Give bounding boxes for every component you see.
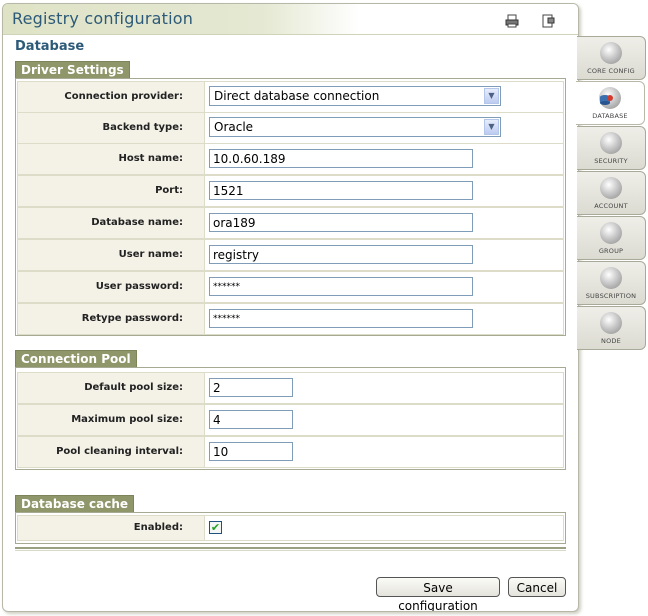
account-icon: [600, 177, 622, 199]
title-bar: Registry configuration: [3, 4, 578, 35]
pool-cleaning-interval-row: Pool cleaning interval: 10: [17, 436, 564, 468]
retype-password-row: Retype password: ******: [17, 303, 564, 335]
maximum-pool-size-row: Maximum pool size: 4: [17, 404, 564, 436]
database-cache-fieldset: Enabled: ✔: [15, 512, 566, 544]
host-name-input[interactable]: 10.0.60.189: [209, 149, 473, 168]
connection-provider-value: Direct database connection: [214, 89, 380, 103]
printer-icon[interactable]: [505, 13, 519, 28]
cache-enabled-checkbox[interactable]: ✔: [209, 521, 222, 534]
tab-subscription[interactable]: SUBSCRIPTION: [577, 261, 646, 305]
pool-cleaning-interval-label: Pool cleaning interval:: [56, 446, 183, 457]
window-title: Registry configuration: [12, 9, 194, 28]
connection-provider-label: Connection provider:: [64, 91, 183, 102]
tab-group-label: GROUP: [598, 247, 624, 255]
node-icon: [600, 312, 622, 334]
lock-icon: [600, 132, 622, 154]
host-name-label: Host name:: [118, 153, 183, 164]
default-pool-size-label: Default pool size:: [84, 382, 183, 393]
backend-type-label: Backend type:: [102, 122, 183, 133]
connection-provider-select[interactable]: Direct database connection ▼: [209, 86, 501, 106]
default-pool-size-input[interactable]: 2: [209, 378, 293, 397]
database-name-input[interactable]: ora189: [209, 213, 473, 232]
page-title: Database: [15, 39, 85, 54]
pool-cleaning-interval-input[interactable]: 10: [209, 442, 293, 461]
footer-divider: [15, 547, 566, 549]
default-pool-size-row: Default pool size: 2: [17, 372, 564, 404]
retype-password-input[interactable]: ******: [209, 309, 473, 328]
tab-node[interactable]: NODE: [577, 306, 646, 350]
subscription-icon: [600, 267, 622, 289]
database-name-row: Database name: ora189: [17, 207, 564, 239]
cache-enabled-row: Enabled: ✔: [17, 515, 564, 541]
user-name-row: User name: registry: [17, 239, 564, 271]
checkmark-icon: ✔: [210, 521, 221, 534]
database-icon: [599, 87, 621, 109]
tab-account-label: ACCOUNT: [594, 202, 628, 210]
connection-provider-row: Connection provider: Direct database con…: [17, 81, 564, 113]
host-name-row: Host name: 10.0.60.189: [17, 143, 564, 175]
save-configuration-button[interactable]: Save configuration: [376, 577, 500, 611]
cache-enabled-label: Enabled:: [133, 522, 183, 533]
chevron-down-icon[interactable]: ▼: [484, 88, 499, 104]
user-password-label: User password:: [95, 281, 183, 292]
tab-group[interactable]: GROUP: [577, 216, 646, 260]
cancel-button[interactable]: Cancel: [508, 577, 566, 597]
connection-pool-fieldset: Default pool size: 2 Maximum pool size: …: [15, 367, 566, 470]
user-name-label: User name:: [118, 249, 183, 260]
chevron-down-icon[interactable]: ▼: [484, 119, 499, 135]
tab-core-config[interactable]: CORE CONFIG: [577, 36, 646, 80]
tab-core-config-label: CORE CONFIG: [587, 67, 635, 75]
backend-type-value: Oracle: [214, 120, 254, 134]
user-password-row: User password: ******: [17, 271, 564, 303]
tab-account[interactable]: ACCOUNT: [577, 171, 646, 215]
document-export-icon[interactable]: [541, 13, 555, 28]
maximum-pool-size-label: Maximum pool size:: [71, 414, 183, 425]
config-panel: Registry configuration Database Driver S…: [2, 3, 579, 612]
backend-type-select[interactable]: Oracle ▼: [209, 117, 501, 137]
port-input[interactable]: 1521: [209, 181, 473, 200]
user-password-input[interactable]: ******: [209, 277, 473, 296]
group-icon: [600, 222, 622, 244]
tab-subscription-label: SUBSCRIPTION: [585, 292, 637, 300]
footer-divider-shadow: [15, 550, 566, 551]
tab-database-label: DATABASE: [592, 112, 628, 120]
port-row: Port: 1521: [17, 175, 564, 207]
database-name-label: Database name:: [91, 217, 183, 228]
port-label: Port:: [155, 185, 183, 196]
tab-security[interactable]: SECURITY: [577, 126, 646, 170]
retype-password-label: Retype password:: [81, 313, 183, 324]
tab-security-label: SECURITY: [594, 157, 628, 165]
backend-type-row: Backend type: Oracle ▼: [17, 112, 564, 144]
driver-settings-fieldset: Connection provider: Direct database con…: [15, 78, 566, 336]
tab-node-label: NODE: [601, 337, 621, 345]
user-name-input[interactable]: registry: [209, 245, 473, 264]
maximum-pool-size-input[interactable]: 4: [209, 410, 293, 429]
gear-icon: [600, 42, 622, 64]
tab-database[interactable]: DATABASE: [576, 81, 645, 125]
